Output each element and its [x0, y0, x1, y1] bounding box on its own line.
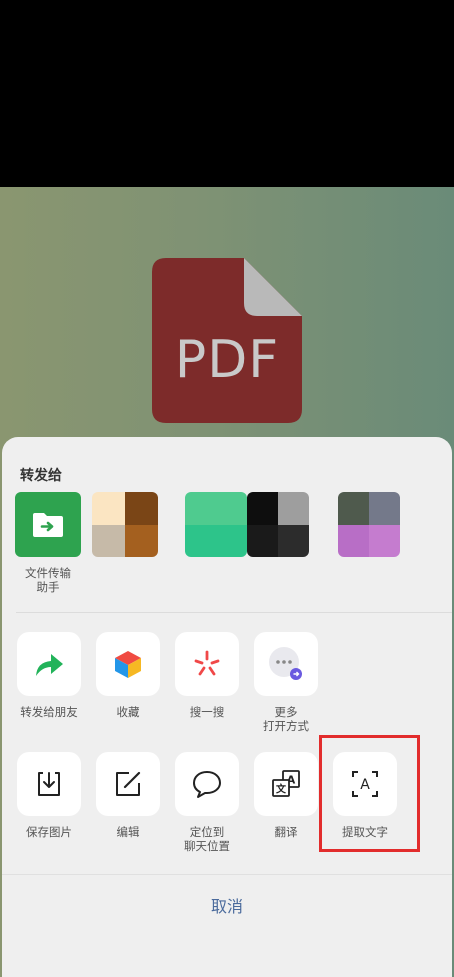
top-black-area	[0, 0, 454, 187]
translate-icon: A 文	[272, 770, 300, 797]
action-label: 转发给朋友	[20, 707, 78, 719]
contact-4[interactable]	[247, 492, 309, 557]
folder-icon	[33, 512, 63, 537]
more-open-options-button[interactable]: 更多 打开方式	[253, 632, 319, 734]
avatar	[338, 492, 400, 557]
search-star-icon	[194, 650, 220, 676]
contact-5[interactable]	[338, 492, 400, 557]
translate-button[interactable]: A 文 翻译	[253, 752, 319, 840]
chat-bubble-icon	[193, 771, 221, 798]
action-label: 搜一搜	[189, 707, 225, 719]
cancel-button[interactable]: 取消	[2, 874, 452, 977]
action-label: 更多 打开方式	[263, 707, 309, 733]
cancel-label: 取消	[210, 899, 243, 916]
sheet-title: 转发给	[20, 467, 62, 483]
translate-tile: A 文	[254, 752, 318, 816]
favorite-button[interactable]: 收藏	[95, 632, 161, 720]
forward-arrow-icon	[36, 654, 63, 676]
search-button[interactable]: 搜一搜	[174, 632, 240, 720]
avatar	[185, 492, 247, 557]
edit-tile	[96, 752, 160, 816]
action-label: 编辑	[116, 827, 140, 839]
forward-to-friend-button[interactable]: 转发给朋友	[16, 632, 82, 720]
action-label: 定位到 聊天位置	[184, 827, 230, 853]
favorite-tile	[96, 632, 160, 696]
action-label: 翻译	[274, 827, 298, 839]
svg-text:文: 文	[276, 783, 287, 796]
more-icon	[269, 647, 302, 680]
share-sheet: 转发给 文件传输 助手 转发给朋友 收藏 搜一搜 更多 打开方式 保存图片 编辑…	[2, 437, 452, 977]
save-image-button[interactable]: 保存图片	[16, 752, 82, 840]
pdf-label: PDF	[174, 330, 280, 390]
forward-tile	[17, 632, 81, 696]
action-label: 保存图片	[26, 827, 72, 839]
contact-3[interactable]	[185, 492, 247, 557]
cube-icon	[115, 651, 141, 678]
contacts-row: 文件传输 助手	[2, 492, 452, 602]
avatar	[15, 492, 81, 557]
save-tile	[17, 752, 81, 816]
contact-file-transfer[interactable]: 文件传输 助手	[15, 492, 81, 595]
search-tile	[175, 632, 239, 696]
avatar	[247, 492, 309, 557]
divider	[16, 612, 452, 613]
more-tile	[254, 632, 318, 696]
locate-tile	[175, 752, 239, 816]
locate-in-chat-button[interactable]: 定位到 聊天位置	[174, 752, 240, 854]
edit-button[interactable]: 编辑	[95, 752, 161, 840]
highlight-box	[319, 735, 420, 852]
pdf-file-icon: PDF	[152, 258, 302, 423]
action-label: 收藏	[116, 707, 140, 719]
actions-row-1: 转发给朋友 收藏 搜一搜 更多 打开方式	[2, 632, 452, 752]
avatar	[92, 492, 158, 557]
contact-name: 文件传输 助手	[25, 568, 71, 594]
save-download-icon	[38, 772, 60, 796]
contact-2[interactable]	[92, 492, 158, 557]
edit-pencil-icon	[116, 771, 141, 796]
